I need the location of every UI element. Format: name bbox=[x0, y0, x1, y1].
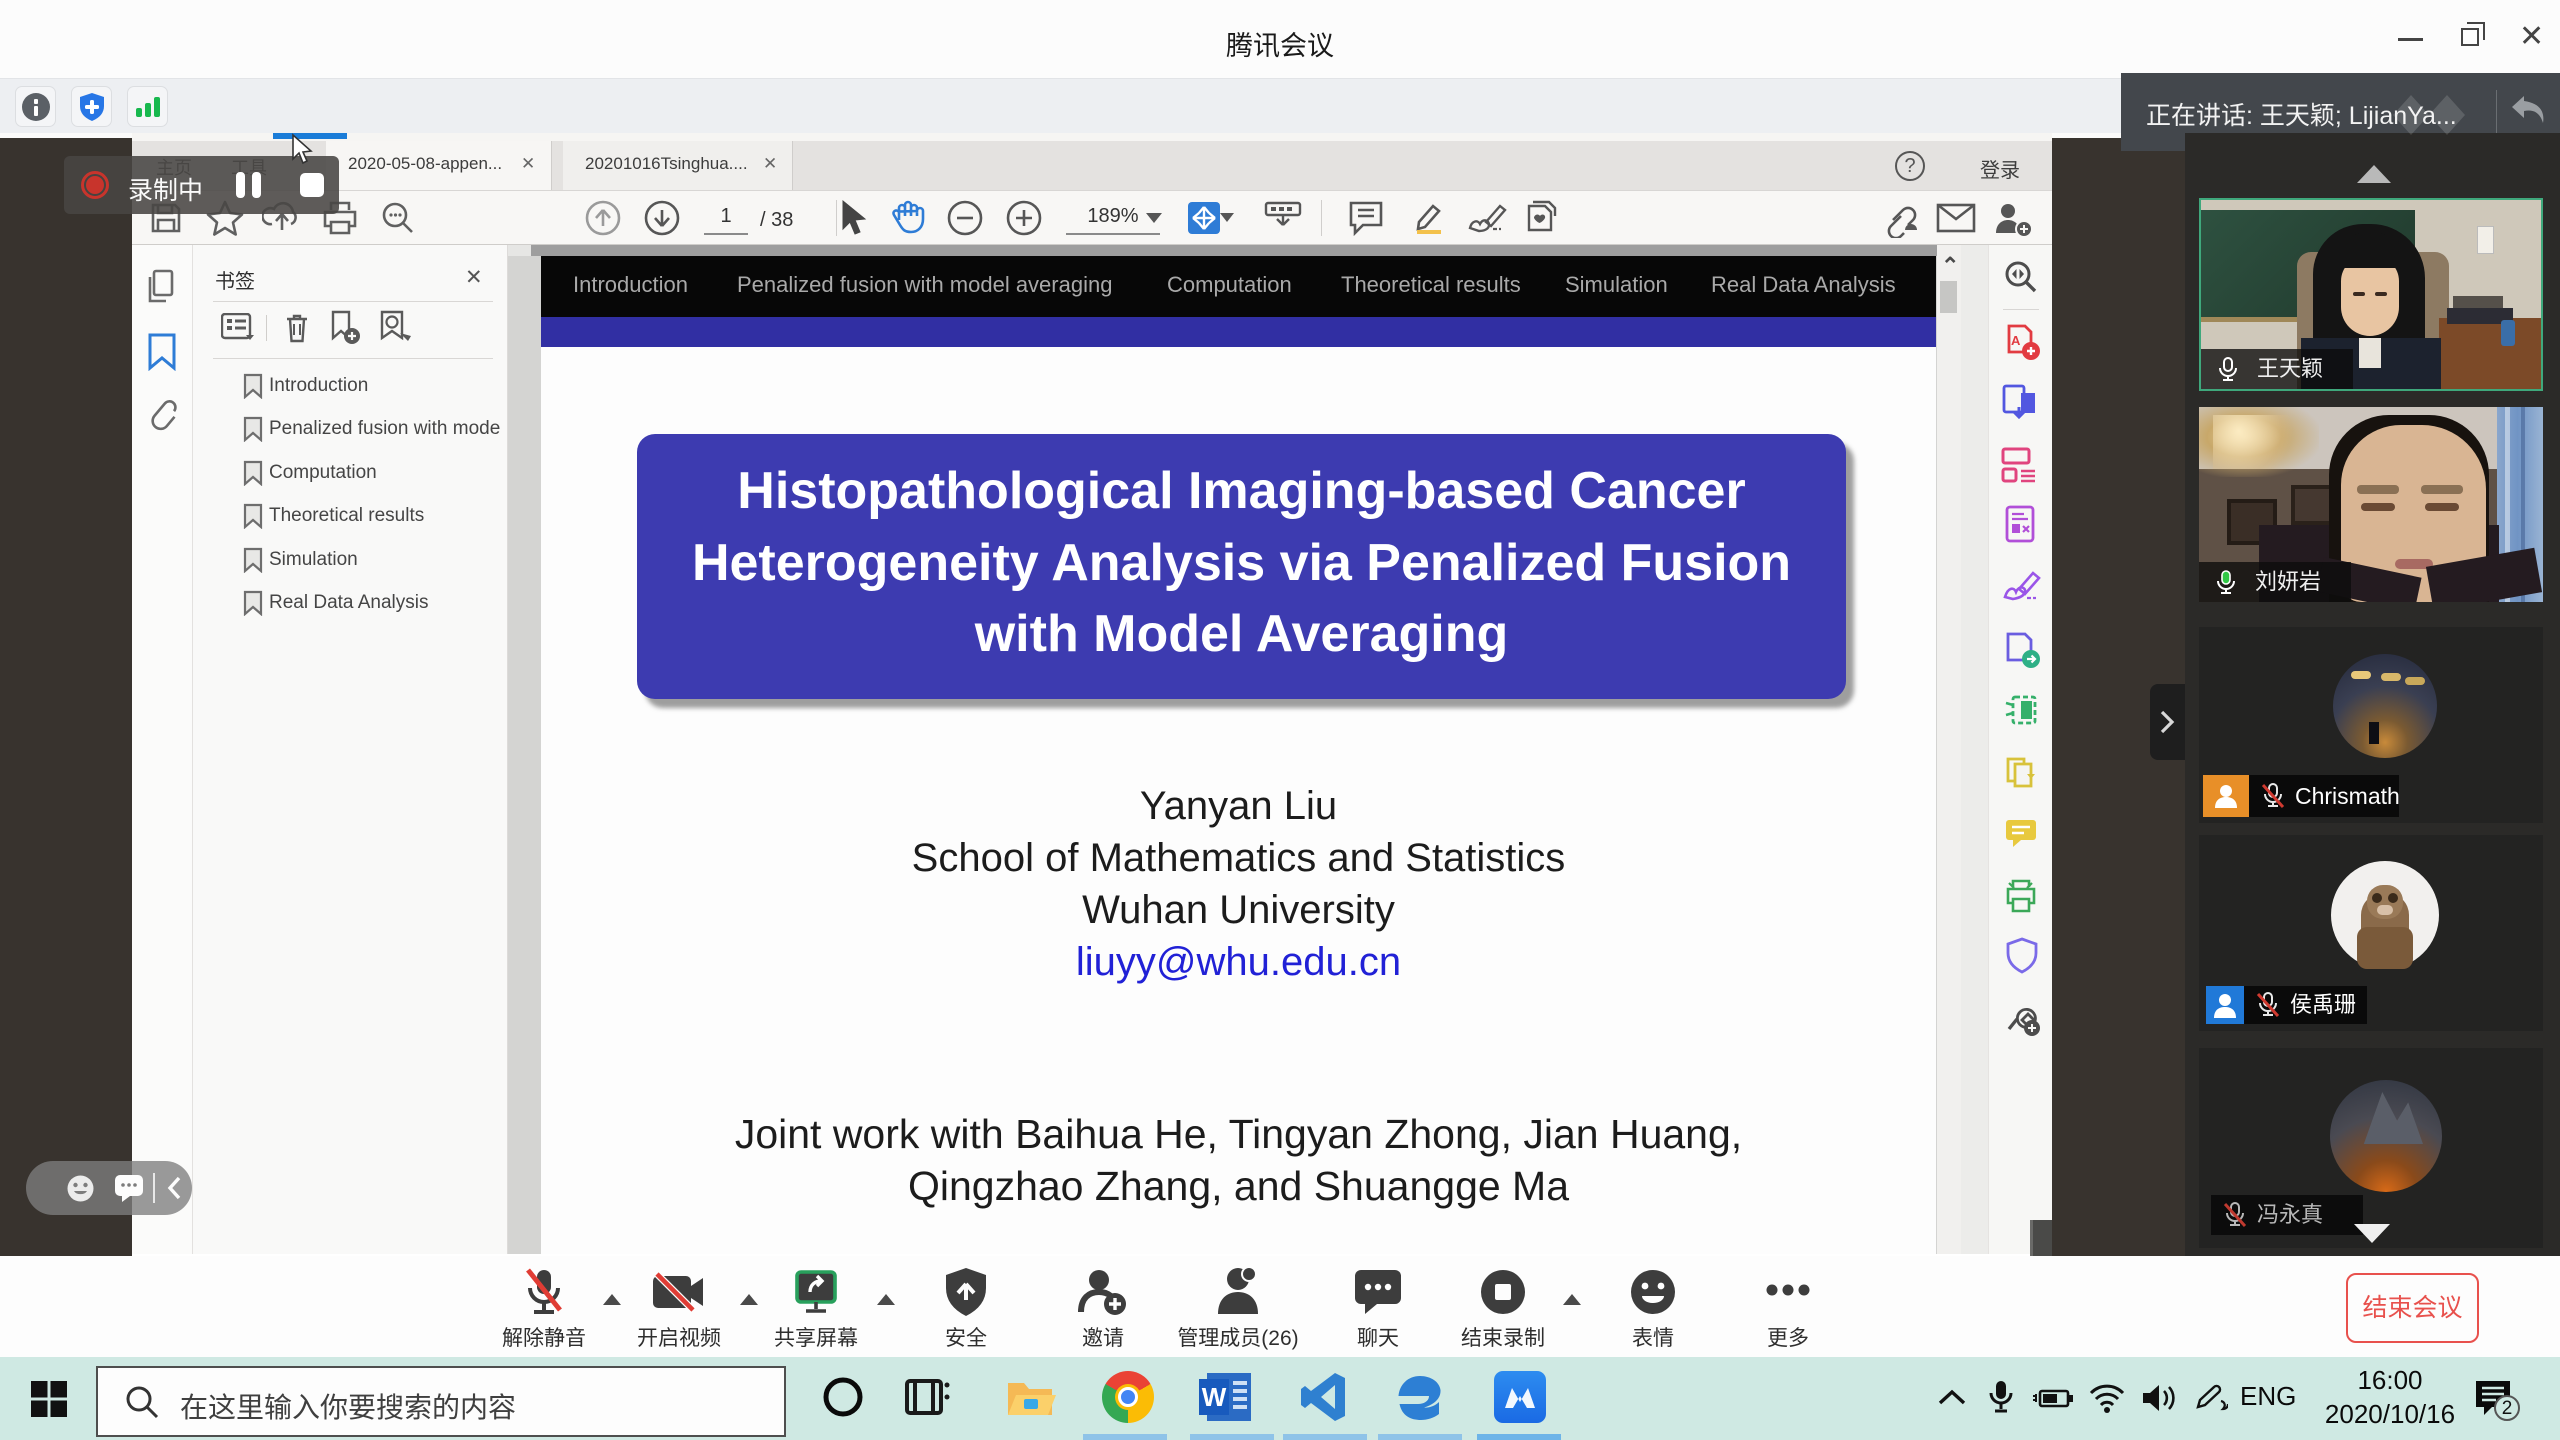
svg-text:A: A bbox=[2011, 333, 2021, 348]
